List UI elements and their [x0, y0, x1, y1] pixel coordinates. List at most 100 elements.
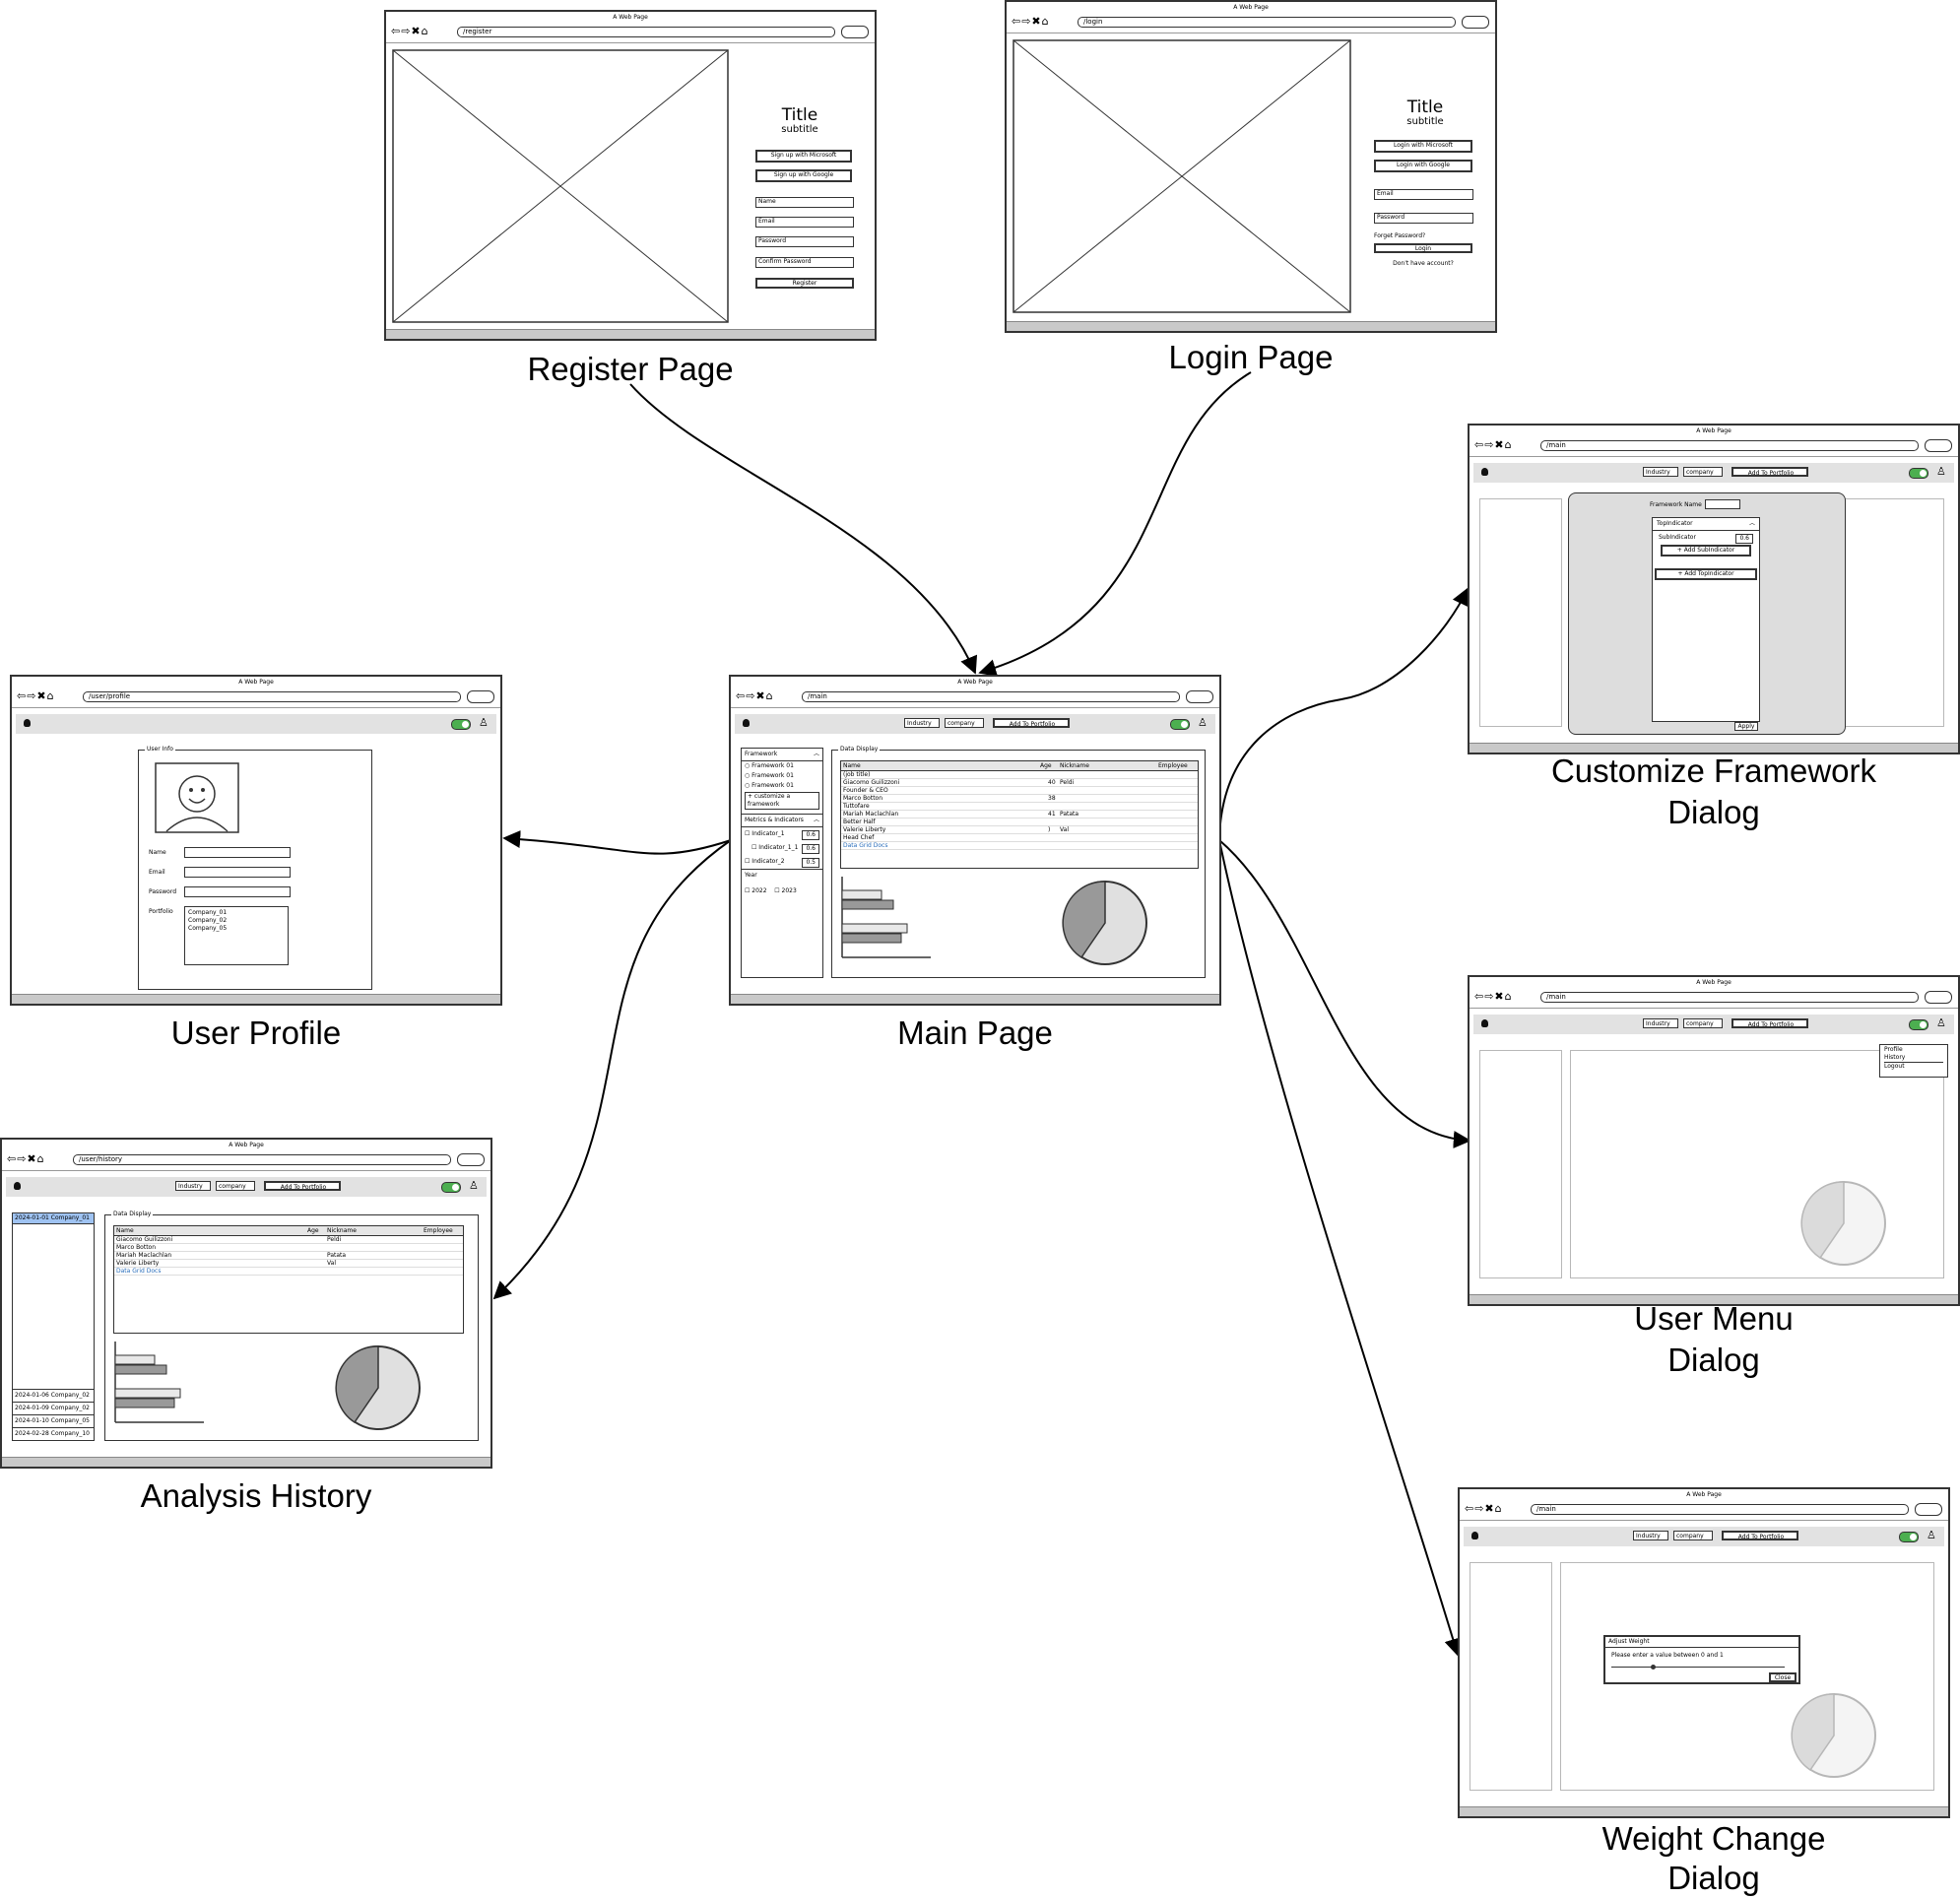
- data-grid[interactable]: Name Age Nickname Employee (job title) G…: [840, 760, 1199, 869]
- email-field[interactable]: Email: [755, 217, 854, 228]
- company-select[interactable]: company: [1683, 467, 1723, 477]
- weight-value[interactable]: 0.6: [802, 830, 819, 840]
- theme-toggle[interactable]: [1170, 719, 1190, 730]
- user-icon[interactable]: ♙: [1927, 1530, 1936, 1541]
- table-row[interactable]: Better Half: [841, 819, 1198, 826]
- confirm-password-field[interactable]: Confirm Password: [755, 257, 854, 268]
- url-bar[interactable]: /login: [1078, 17, 1456, 28]
- data-grid[interactable]: Name Age Nickname Employee Giacomo Guili…: [113, 1225, 464, 1334]
- list-item[interactable]: Company_02: [188, 917, 285, 925]
- table-row[interactable]: (job title): [841, 771, 1198, 779]
- table-row[interactable]: Mariah Maclachlan 41 Patata: [841, 811, 1198, 819]
- list-item[interactable]: Company_01: [188, 909, 285, 917]
- year-option[interactable]: 2022: [751, 887, 766, 894]
- table-row[interactable]: Valerie Liberty) Val: [841, 826, 1198, 834]
- theme-toggle[interactable]: [1909, 468, 1928, 479]
- table-row[interactable]: Marco Botton: [114, 1244, 463, 1252]
- theme-toggle[interactable]: [441, 1182, 461, 1193]
- industry-select[interactable]: Industry: [1643, 1018, 1678, 1028]
- register-button[interactable]: Register: [755, 278, 854, 289]
- add-subindicator-button[interactable]: + Add SubIndicator: [1661, 545, 1751, 557]
- indicator-row[interactable]: ☐ Indicator_1_1 0.6: [742, 841, 822, 855]
- header-name[interactable]: Name: [116, 1226, 134, 1235]
- history-item[interactable]: 2024-01-10 Company_05: [13, 1414, 94, 1427]
- add-to-portfolio-button[interactable]: Add To Portfolio: [1731, 1018, 1808, 1028]
- header-nickname[interactable]: Nickname: [1060, 761, 1089, 770]
- browser-nav-icons[interactable]: ⇦⇨✖⌂: [1012, 15, 1050, 28]
- chevron-up-icon[interactable]: ︿: [1749, 520, 1755, 528]
- list-item[interactable]: Company_05: [188, 925, 285, 933]
- url-bar[interactable]: /user/history: [73, 1154, 451, 1165]
- search-button[interactable]: [457, 1153, 485, 1166]
- top-indicator-header[interactable]: TopIndicator ︿: [1653, 518, 1759, 531]
- company-select[interactable]: company: [216, 1181, 255, 1191]
- search-button[interactable]: [841, 26, 869, 38]
- login-microsoft-button[interactable]: Login with Microsoft: [1374, 140, 1472, 153]
- email-field[interactable]: Email: [1374, 189, 1473, 200]
- table-row[interactable]: Mariah Maclachlan Patata: [114, 1252, 463, 1260]
- history-item[interactable]: 2024-01-09 Company_02: [13, 1402, 94, 1414]
- header-age[interactable]: Age: [1040, 761, 1052, 770]
- no-account-link[interactable]: Don't have account?: [1374, 260, 1472, 268]
- password-field[interactable]: [184, 886, 291, 897]
- add-topindicator-button[interactable]: + Add TopIndicator: [1655, 568, 1757, 580]
- weight-value[interactable]: 0.6: [802, 844, 819, 854]
- weight-slider[interactable]: [1611, 1667, 1785, 1668]
- header-employee[interactable]: Employee: [1158, 761, 1188, 770]
- login-button[interactable]: Login: [1374, 243, 1472, 253]
- user-icon[interactable]: ♙: [1198, 717, 1208, 729]
- menu-item-profile[interactable]: Profile: [1884, 1046, 1943, 1054]
- indicator-row[interactable]: ☐ Indicator_2 0.5: [742, 855, 822, 869]
- header-nickname[interactable]: Nickname: [327, 1226, 357, 1235]
- weight-value[interactable]: 0.5: [802, 858, 819, 868]
- url-bar[interactable]: /main: [1540, 440, 1919, 451]
- year-option[interactable]: 2023: [782, 887, 797, 894]
- search-button[interactable]: [1915, 1503, 1942, 1516]
- table-row[interactable]: Head Chef: [841, 834, 1198, 842]
- header-name[interactable]: Name: [843, 761, 861, 770]
- industry-select[interactable]: Industry: [175, 1181, 211, 1191]
- framework-option[interactable]: ○ Framework 01: [742, 761, 822, 771]
- company-select[interactable]: company: [945, 718, 984, 728]
- framework-name-input[interactable]: [1705, 499, 1740, 509]
- close-button[interactable]: Close: [1769, 1672, 1797, 1682]
- industry-select[interactable]: Industry: [1633, 1531, 1668, 1540]
- browser-nav-icons[interactable]: ⇦⇨✖⌂: [7, 1152, 45, 1165]
- theme-toggle[interactable]: [1899, 1532, 1919, 1542]
- email-field[interactable]: [184, 867, 291, 878]
- add-to-portfolio-button[interactable]: Add To Portfolio: [1731, 467, 1808, 477]
- table-row[interactable]: Marco Botton 38: [841, 795, 1198, 803]
- chevron-up-icon[interactable]: ︿: [814, 817, 819, 824]
- user-icon[interactable]: ♙: [1936, 466, 1946, 478]
- table-row[interactable]: Giacomo Guilizzoni 40 Peldi: [841, 779, 1198, 787]
- password-field[interactable]: Password: [1374, 213, 1473, 224]
- grid-docs-link[interactable]: Data Grid Docs: [116, 1268, 161, 1275]
- table-row[interactable]: Giacomo Guilizzoni Peldi: [114, 1236, 463, 1244]
- company-select[interactable]: company: [1683, 1018, 1723, 1028]
- browser-nav-icons[interactable]: ⇦⇨✖⌂: [736, 689, 774, 702]
- indicator-row[interactable]: ☐ Indicator_1 0.6: [742, 827, 822, 841]
- password-field[interactable]: Password: [755, 236, 854, 247]
- theme-toggle[interactable]: [1909, 1019, 1928, 1030]
- slider-handle[interactable]: [1651, 1665, 1656, 1670]
- login-google-button[interactable]: Login with Google: [1374, 160, 1472, 172]
- add-to-portfolio-button[interactable]: Add To Portfolio: [264, 1181, 341, 1191]
- industry-select[interactable]: Industry: [1643, 467, 1678, 477]
- url-bar[interactable]: /main: [1540, 992, 1919, 1003]
- name-field[interactable]: Name: [755, 197, 854, 208]
- url-bar[interactable]: /user/profile: [83, 691, 461, 702]
- company-select[interactable]: company: [1673, 1531, 1713, 1540]
- metrics-header[interactable]: Metrics & Indicators ︿: [742, 814, 822, 827]
- browser-nav-icons[interactable]: ⇦⇨✖⌂: [17, 689, 55, 702]
- customize-framework-button[interactable]: + customize a framework: [745, 792, 819, 810]
- url-bar[interactable]: /register: [457, 27, 835, 37]
- table-row[interactable]: Valerie Liberty Val: [114, 1260, 463, 1268]
- menu-item-logout[interactable]: Logout: [1884, 1062, 1943, 1071]
- chevron-up-icon[interactable]: ︿: [814, 751, 819, 758]
- search-button[interactable]: [1462, 16, 1489, 29]
- apply-button[interactable]: Apply: [1734, 722, 1758, 731]
- grid-docs-link[interactable]: Data Grid Docs: [843, 842, 887, 849]
- search-button[interactable]: [1925, 991, 1952, 1004]
- header-employee[interactable]: Employee: [424, 1226, 453, 1235]
- add-to-portfolio-button[interactable]: Add To Portfolio: [1722, 1531, 1798, 1540]
